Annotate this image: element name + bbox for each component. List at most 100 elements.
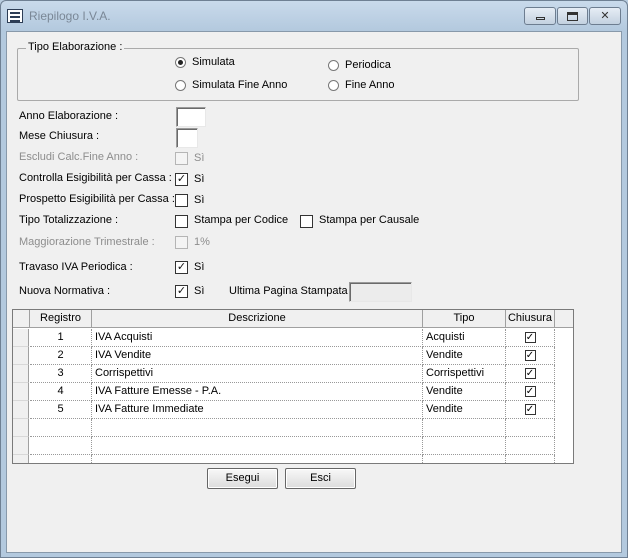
radio-periodica[interactable]: Periodica [328, 59, 391, 71]
ultima-pagina-label: Ultima Pagina Stampata : [229, 285, 354, 297]
table-cell-registro[interactable]: 1 [30, 329, 92, 347]
table-cell-descrizione[interactable]: IVA Fatture Emesse - P.A. [92, 383, 423, 401]
stampa-codice-label: Stampa per Codice [194, 214, 289, 226]
escludi-calc-label: Escludi Calc.Fine Anno : [19, 151, 139, 163]
row-selector[interactable] [13, 365, 29, 383]
row-selector[interactable] [13, 401, 29, 419]
table-cell-empty[interactable] [92, 455, 423, 463]
table-cell-empty[interactable] [30, 455, 92, 463]
radio-dot [328, 59, 339, 71]
row-selector[interactable] [13, 347, 29, 365]
travaso-iva-label: Travaso IVA Periodica : [19, 261, 133, 273]
tipo-totalizzazione-label: Tipo Totalizzazione : [19, 214, 119, 226]
stampa-causale-label: Stampa per Causale [319, 214, 420, 226]
prospetto-esigibilita-label: Prospetto Esigibilità per Cassa : [19, 193, 175, 205]
travaso-iva-check-label: Sì [194, 261, 205, 273]
chiusura-checkbox[interactable]: ✓ [524, 350, 536, 361]
table-cell-empty[interactable] [506, 437, 555, 455]
row-selector[interactable] [13, 329, 29, 347]
nuova-normativa-check-label: Sì [194, 285, 205, 297]
radio-label: Simulata Fine Anno [192, 79, 288, 91]
row-selector[interactable] [13, 437, 29, 455]
table-cell-chiusura[interactable]: ✓ [506, 401, 555, 419]
column-header-chiusura[interactable]: Chiusura [506, 310, 555, 328]
maximize-icon [567, 12, 578, 21]
radio-simulata[interactable]: Simulata [175, 56, 235, 68]
anno-elaborazione-label: Anno Elaborazione : [19, 110, 119, 122]
maximize-button[interactable] [557, 7, 588, 25]
table-cell-empty[interactable] [30, 419, 92, 437]
table-cell-registro[interactable]: 3 [30, 365, 92, 383]
escludi-calc-checkbox[interactable] [175, 152, 188, 165]
column-header-descrizione[interactable]: Descrizione [92, 310, 423, 328]
table-cell-descrizione[interactable]: Corrispettivi [92, 365, 423, 383]
row-selector[interactable] [13, 383, 29, 401]
group-legend: Tipo Elaborazione : [26, 41, 125, 53]
nuova-normativa-label: Nuova Normativa : [19, 285, 111, 297]
maggiorazione-checkbox[interactable] [175, 236, 188, 249]
chiusura-checkbox[interactable]: ✓ [524, 332, 536, 343]
stampa-causale-checkbox[interactable] [300, 215, 313, 228]
stampa-codice-checkbox[interactable] [175, 215, 188, 228]
table-cell-registro[interactable]: 5 [30, 401, 92, 419]
table-cell-empty[interactable] [30, 437, 92, 455]
controlla-esigibilita-label: Controlla Esigibilità per Cassa : [19, 172, 172, 184]
table-cell-descrizione[interactable]: IVA Vendite [92, 347, 423, 365]
app-icon [7, 9, 23, 23]
radio-simulata-fine-anno[interactable]: Simulata Fine Anno [175, 79, 287, 91]
column-header-registro[interactable]: Registro [30, 310, 92, 328]
table-cell-empty[interactable] [506, 455, 555, 463]
esegui-button[interactable]: Esegui [207, 468, 278, 489]
maggiorazione-label: Maggiorazione Trimestrale : [19, 236, 155, 248]
table-cell-registro[interactable]: 2 [30, 347, 92, 365]
table-cell-empty[interactable] [506, 419, 555, 437]
anno-elaborazione-input[interactable] [176, 107, 206, 127]
corner-header [13, 310, 30, 328]
controlla-esigibilita-checkbox[interactable]: ✓ [175, 173, 188, 186]
radio-label: Periodica [345, 59, 391, 71]
minimize-button[interactable] [524, 7, 556, 25]
row-selector[interactable] [13, 419, 29, 437]
radio-dot [175, 79, 186, 91]
table-cell-chiusura[interactable]: ✓ [506, 365, 555, 383]
window-title: Riepilogo I.V.A. [29, 9, 111, 23]
travaso-iva-checkbox[interactable]: ✓ [175, 261, 188, 274]
chiusura-checkbox[interactable]: ✓ [524, 404, 536, 415]
table-cell-tipo[interactable]: Vendite [423, 383, 506, 401]
table-cell-descrizione[interactable]: IVA Fatture Immediate [92, 401, 423, 419]
registri-table: Registro Descrizione Tipo Chiusura 1 IVA… [12, 309, 574, 464]
table-cell-empty[interactable] [92, 437, 423, 455]
table-cell-tipo[interactable]: Vendite [423, 401, 506, 419]
table-cell-empty[interactable] [423, 419, 506, 437]
dialog-window: Riepilogo I.V.A. ✕ Tipo Elaborazione : S… [0, 0, 628, 558]
close-button[interactable]: ✕ [589, 7, 621, 25]
row-selector[interactable] [13, 455, 29, 463]
radio-label: Simulata [192, 56, 235, 68]
prospetto-esigibilita-checkbox[interactable] [175, 194, 188, 207]
table-cell-tipo[interactable]: Corrispettivi [423, 365, 506, 383]
table-cell-tipo[interactable]: Vendite [423, 347, 506, 365]
ultima-pagina-input[interactable] [349, 282, 412, 302]
esci-button[interactable]: Esci [285, 468, 356, 489]
radio-label: Fine Anno [345, 79, 395, 91]
table-cell-empty[interactable] [423, 455, 506, 463]
chiusura-checkbox[interactable]: ✓ [524, 386, 536, 397]
column-header-tipo[interactable]: Tipo [423, 310, 506, 328]
mese-chiusura-input[interactable] [176, 128, 198, 148]
chiusura-checkbox[interactable]: ✓ [524, 368, 536, 379]
title-bar[interactable]: Riepilogo I.V.A. ✕ [1, 1, 627, 31]
table-cell-empty[interactable] [423, 437, 506, 455]
radio-fine-anno[interactable]: Fine Anno [328, 79, 395, 91]
header-filler [555, 310, 573, 328]
table-cell-empty[interactable] [92, 419, 423, 437]
table-cell-chiusura[interactable]: ✓ [506, 329, 555, 347]
table-cell-registro[interactable]: 4 [30, 383, 92, 401]
table-cell-tipo[interactable]: Acquisti [423, 329, 506, 347]
nuova-normativa-checkbox[interactable]: ✓ [175, 285, 188, 298]
dialog-body: Tipo Elaborazione : Simulata Periodica S… [6, 31, 622, 553]
prospetto-esigibilita-check-label: Sì [194, 194, 205, 206]
mese-chiusura-label: Mese Chiusura : [19, 130, 100, 142]
table-cell-chiusura[interactable]: ✓ [506, 347, 555, 365]
table-cell-descrizione[interactable]: IVA Acquisti [92, 329, 423, 347]
table-cell-chiusura[interactable]: ✓ [506, 383, 555, 401]
